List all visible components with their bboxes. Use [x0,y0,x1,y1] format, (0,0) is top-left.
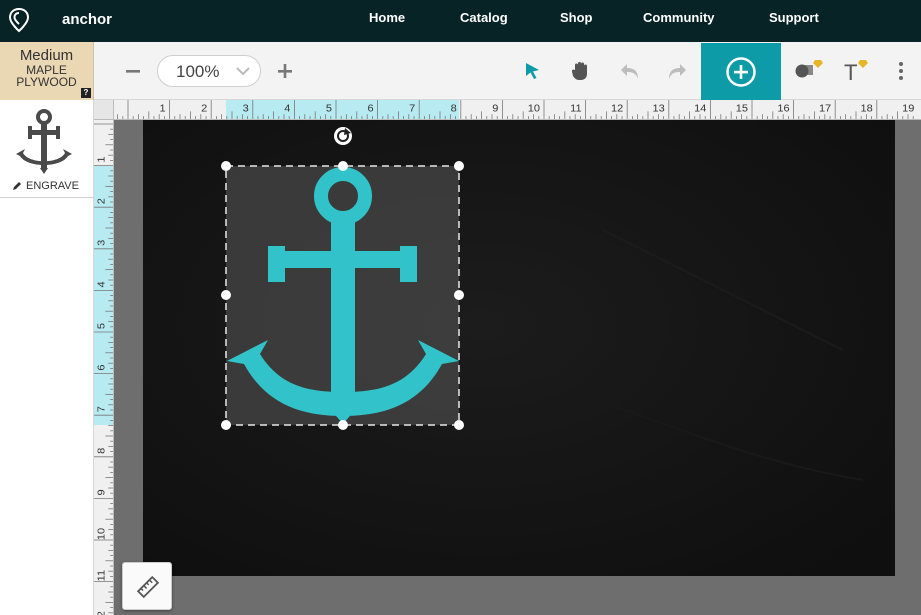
nav-home[interactable]: Home [369,10,405,25]
chevron-down-icon [236,67,250,76]
redo-icon[interactable] [665,60,689,82]
ruler-label: 9 [96,489,108,495]
ruler-label: 7 [96,406,108,412]
ruler-label: 19 [902,103,914,115]
ruler-label: 1 [159,103,165,115]
nav-shop[interactable]: Shop [560,10,593,25]
ruler-label: 13 [653,103,665,115]
logo-icon[interactable] [8,7,30,33]
minus-icon[interactable] [124,62,142,80]
plus-icon[interactable] [276,62,294,80]
ruler-label: 14 [694,103,706,115]
ruler-label: 5 [326,103,332,115]
ruler-label: 11 [96,570,108,581]
vertical-ruler[interactable]: 123456789101112 [94,120,114,615]
ruler-label: 16 [777,103,789,115]
ruler-label: 8 [451,103,457,115]
select-arrow-icon[interactable] [522,60,544,82]
design-side-panel: ENGRAVE [0,100,94,615]
add-circle-icon [726,57,756,87]
more-vertical-icon[interactable] [893,60,909,82]
ruler-label: 3 [243,103,249,115]
ruler-label: 10 [96,528,108,540]
add-design-button[interactable] [701,43,781,100]
engrave-label: ENGRAVE [26,180,79,192]
pan-hand-icon[interactable] [569,59,593,83]
ruler-label: 18 [861,103,873,115]
ruler-label: 9 [492,103,498,115]
ruler-label: 17 [819,103,831,115]
ruler-label: 2 [201,103,207,115]
design-thumbnail[interactable]: ENGRAVE [0,100,94,198]
ruler-label: 1 [96,157,108,163]
anchor-icon [16,109,72,174]
ruler-label: 12 [96,611,108,615]
ruler-label: 3 [96,240,108,246]
material-wood-line2: PLYWOOD [16,75,77,89]
zoom-value: 100% [176,62,220,81]
nav-catalog[interactable]: Catalog [460,10,508,25]
nav-support[interactable]: Support [769,10,819,25]
horizontal-ruler[interactable]: 1 2 3 4 5 6 7 8 9 10 11 12 13 14 15 16 17 18 19 [114,100,921,120]
document-title[interactable]: anchor [62,11,112,28]
ruler-label: 10 [528,103,540,115]
rotate-handle-icon[interactable] [334,127,352,145]
ruler-label: 4 [284,103,290,115]
undo-icon[interactable] [618,60,642,82]
pencil-icon [13,182,21,190]
ruler-label: 2 [96,198,108,204]
measure-tool-button[interactable] [122,562,172,610]
text-premium-icon[interactable]: T [842,56,876,84]
material-help-icon[interactable]: ? [81,88,91,98]
top-navigation-bar: anchor Home Catalog Shop Community Suppo… [0,0,921,42]
ruler-label: 7 [409,103,415,115]
zoom-select[interactable]: 100% [157,55,261,87]
nav-community[interactable]: Community [643,10,715,25]
shapes-premium-icon[interactable] [792,56,826,84]
ruler-label: 12 [611,103,623,115]
ruler-label: 6 [367,103,373,115]
ruler-corner [94,100,114,120]
ruler-label: 15 [736,103,748,115]
ruler-label: 8 [96,448,108,454]
ruler-label: 11 [570,103,581,115]
material-thickness: Medium [19,47,74,64]
ruler-label: 6 [96,365,108,371]
material-selector[interactable]: Medium MAPLE PLYWOOD ? [0,42,94,100]
ruler-label: 4 [96,281,108,287]
selected-design[interactable] [220,124,466,432]
svg-text:T: T [844,60,857,84]
ruler-icon [136,575,160,599]
ruler-label: 5 [96,323,108,329]
